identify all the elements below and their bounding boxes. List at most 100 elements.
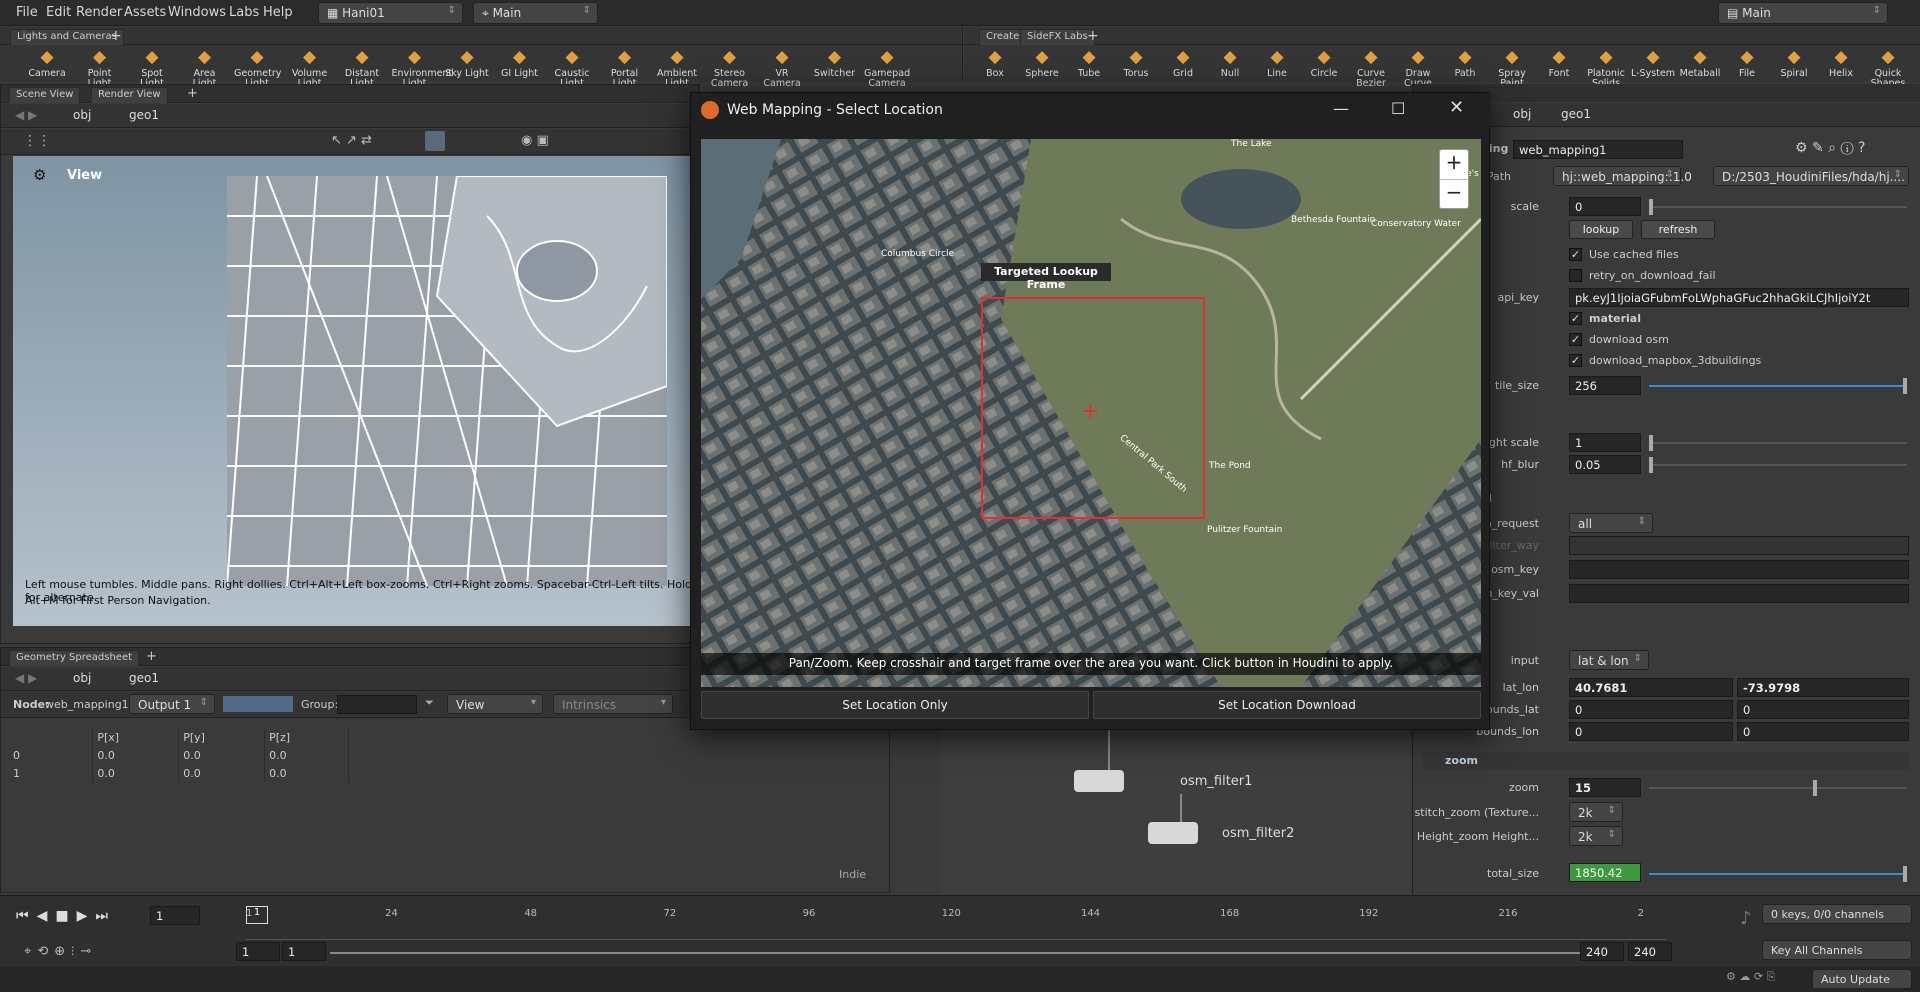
tab-sidefx-labs[interactable]: SideFX Labs	[1020, 29, 1095, 45]
use-cached-checkbox[interactable]: ✓	[1569, 248, 1582, 261]
satellite-map[interactable]: Targeted Lookup Frame + The Lake Sophie'…	[701, 139, 1481, 687]
download-osm-checkbox[interactable]: ✓	[1569, 333, 1582, 346]
back-arrow-icon[interactable]: ◀ ▶	[15, 671, 37, 685]
shelf_left-tool-14[interactable]: ◆ VR Camera	[759, 47, 805, 89]
data-request-select[interactable]: all ⇕	[1569, 513, 1653, 533]
group-field[interactable]	[337, 695, 417, 714]
stitch-zoom-select[interactable]: 2k ⇕	[1569, 802, 1623, 822]
shelf_left-tool-15[interactable]: ◆ Switcher	[812, 47, 858, 79]
path-geo1[interactable]: geo1	[129, 108, 159, 122]
shelf_right-tool-17[interactable]: ◆ Spiral	[1771, 47, 1817, 79]
shelf_right-tool-2[interactable]: ◆ Tube	[1066, 47, 1112, 79]
column-header[interactable]: P[y]	[178, 728, 266, 746]
zoom-in-button[interactable]: +	[1440, 150, 1468, 180]
shelf_left-tool-5[interactable]: ◆Volume Light	[287, 47, 333, 89]
refresh-button[interactable]: refresh	[1641, 220, 1715, 239]
lookup-button[interactable]: lookup	[1569, 220, 1633, 239]
add-tab-icon[interactable]: +	[110, 28, 122, 44]
path-obj[interactable]: obj	[1513, 107, 1531, 121]
shelf_right-tool-18[interactable]: ◆ Helix	[1818, 47, 1864, 79]
add-tab-icon[interactable]: +	[146, 649, 157, 664]
zoom-slider[interactable]	[1649, 780, 1907, 796]
shelf_right-tool-7[interactable]: ◆ Circle	[1301, 47, 1347, 79]
tab-geometry-spreadsheet[interactable]: Geometry Spreadsheet	[9, 650, 140, 666]
shelf_left-tool-8[interactable]: ◆ Sky Light	[444, 47, 490, 79]
back-arrow-icon[interactable]: ◀ ▶	[15, 108, 37, 122]
retry-checkbox[interactable]	[1569, 269, 1582, 282]
shelf_left-tool-16[interactable]: ◆ Gamepad Camera	[864, 47, 910, 89]
attribute-class-icons[interactable]	[223, 696, 293, 712]
network-editor[interactable]: osm_filter1 osm_filter2	[940, 730, 1410, 894]
view-camera-icon[interactable]: ⚙	[33, 166, 46, 184]
shelf_right-tool-6[interactable]: ◆ Line	[1254, 47, 1300, 79]
node-name[interactable]: web_mapping1	[45, 698, 129, 711]
material-checkbox[interactable]: ✓	[1569, 312, 1582, 325]
lat-field[interactable]: 40.7681	[1569, 678, 1733, 697]
shelf_left-tool-6[interactable]: ◆Distant Light	[339, 47, 385, 89]
shelf_right-tool-11[interactable]: ◆Spray Paint	[1489, 47, 1535, 89]
bounds-lat-min-field[interactable]: 0	[1569, 700, 1733, 719]
shelf_right-tool-15[interactable]: ◆ Metaball	[1677, 47, 1723, 79]
minimize-icon[interactable]: —	[1333, 99, 1349, 118]
shelf_left-tool-0[interactable]: ◆ Camera	[24, 47, 70, 79]
menu-labs[interactable]: Labs	[229, 5, 259, 20]
main-select[interactable]: ⌖ Main ⇕	[473, 2, 598, 24]
height-zoom-select[interactable]: 2k ⇕	[1569, 826, 1623, 846]
desktop-select[interactable]: ▦ Hani01 ⇕	[318, 2, 463, 24]
start-frame-field-2[interactable]: 1	[282, 942, 326, 961]
menu-edit[interactable]: Edit	[46, 5, 71, 20]
shelf_right-tool-13[interactable]: ◆Platonic Solids	[1583, 47, 1629, 89]
shelf_left-tool-10[interactable]: ◆Caustic Light	[549, 47, 595, 89]
path-geo1[interactable]: geo1	[1561, 107, 1591, 121]
select-tool-icon[interactable]: ↖ ↗ ⇄	[331, 133, 372, 148]
height-scale-slider[interactable]	[1649, 435, 1907, 451]
shelf_right-tool-9[interactable]: ◆Draw Curve	[1395, 47, 1441, 89]
node-name-field[interactable]: web_mapping1	[1513, 140, 1683, 159]
status-icons[interactable]: ⚙ ☁ ⟳ ⎘	[1726, 970, 1775, 984]
path-obj[interactable]: obj	[73, 671, 91, 685]
add-tab-icon[interactable]: +	[187, 86, 198, 101]
shelf_left-tool-12[interactable]: ◆Ambient Light	[654, 47, 700, 89]
camera-icon[interactable]: ◉ ▣	[521, 133, 549, 148]
close-icon[interactable]: ✕	[1449, 97, 1464, 118]
tab-render-view[interactable]: Render View	[91, 87, 168, 103]
api-key-field[interactable]: pk.eyJ1IjoiaGFubmFoLWphaGFuc2hhaGkiLCJhI…	[1569, 288, 1909, 307]
maximize-icon[interactable]: ☐	[1391, 99, 1405, 118]
download-3d-checkbox[interactable]: ✓	[1569, 354, 1582, 367]
osm-key-field[interactable]	[1569, 560, 1909, 579]
tile-size-field[interactable]: 256	[1569, 376, 1641, 395]
shelf_left-tool-2[interactable]: ◆Spot Light	[129, 47, 175, 89]
input-select[interactable]: lat & lon ⇕	[1569, 650, 1649, 670]
intrinsics-select[interactable]: Intrinsics ▾	[553, 694, 673, 714]
end-frame-field-2[interactable]: 240	[1628, 942, 1672, 961]
display-toggle-icon[interactable]	[425, 131, 445, 151]
timeline-tools-icons[interactable]: ⌖⟲⊕⫶⊸	[24, 944, 97, 959]
column-header[interactable]: P[z]	[264, 728, 349, 746]
key-all-channels-select[interactable]: Key All Channels	[1762, 940, 1912, 960]
zoom-out-button[interactable]: −	[1440, 180, 1468, 210]
bounds-lon-max-field[interactable]: 0	[1737, 722, 1909, 741]
timeline-ruler[interactable]: 1 24 48 72 96 120 144 168 192 216 2	[246, 908, 1666, 940]
shelf_right-tool-0[interactable]: ◆ Box	[972, 47, 1018, 79]
menu-help[interactable]: Help	[263, 5, 293, 20]
range-slider[interactable]	[330, 952, 1580, 954]
set-location-download-button[interactable]: Set Location Download	[1093, 691, 1481, 719]
filter-icon[interactable]: ⏷	[425, 696, 434, 710]
output-select[interactable]: Output 1 ⇕	[129, 694, 215, 714]
lon-field[interactable]: -73.9798	[1737, 678, 1909, 697]
audio-icon[interactable]: ♪	[1740, 908, 1752, 929]
scale-field[interactable]: 0	[1569, 197, 1641, 216]
shelf_right-tool-19[interactable]: ◆Quick Shapes	[1865, 47, 1911, 89]
shelf_right-tool-12[interactable]: ◆ Font	[1536, 47, 1582, 79]
current-frame-field[interactable]: 1	[150, 906, 200, 925]
shelf_right-tool-5[interactable]: ◆ Null	[1207, 47, 1253, 79]
shelf_left-tool-11[interactable]: ◆Portal Light	[602, 47, 648, 89]
shelf_left-tool-4[interactable]: ◆Geometry Light	[234, 47, 281, 89]
total-size-field[interactable]: 1850.42	[1569, 863, 1641, 882]
path-geo1[interactable]: geo1	[129, 671, 159, 685]
view-select[interactable]: View ▾	[447, 694, 543, 714]
shelf_right-tool-14[interactable]: ◆ L-System	[1630, 47, 1676, 79]
set-location-only-button[interactable]: Set Location Only	[701, 691, 1089, 719]
playback-controls[interactable]: ⏮◀■▶⏭	[16, 908, 116, 924]
height-scale-field[interactable]: 1	[1569, 433, 1641, 452]
